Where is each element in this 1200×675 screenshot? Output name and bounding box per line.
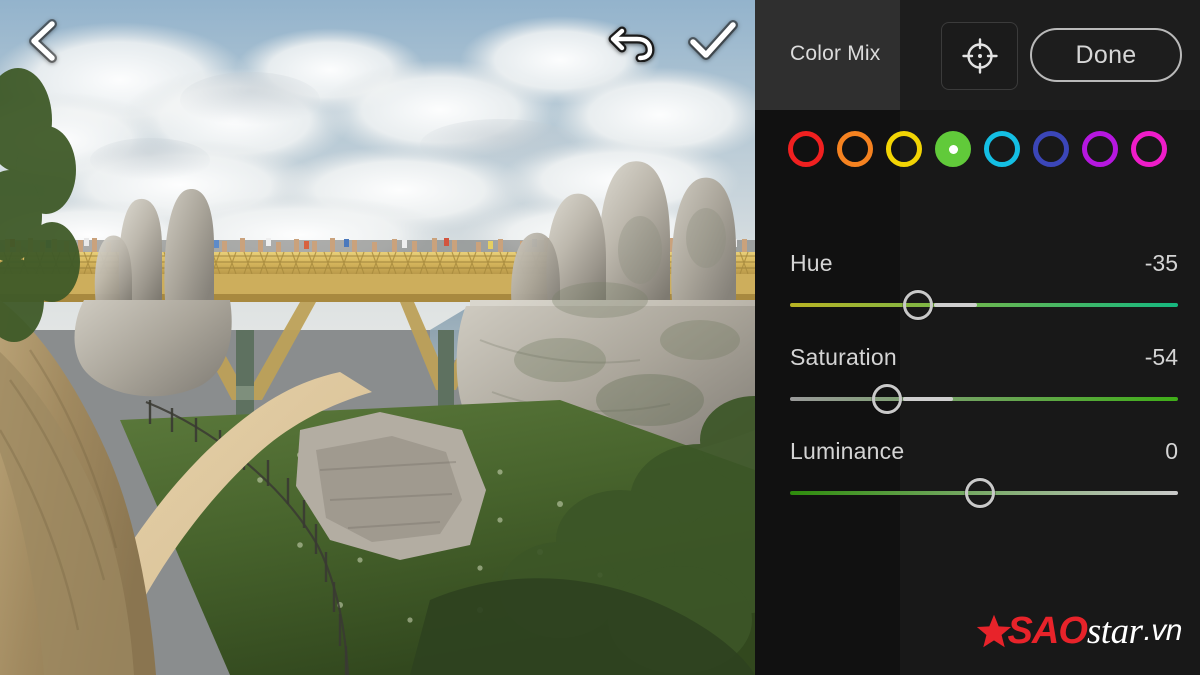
color-swatch-orange[interactable] xyxy=(837,131,873,167)
slider-track-saturation[interactable] xyxy=(790,384,1178,414)
back-chevron-icon[interactable] xyxy=(22,18,64,64)
color-swatch-blue[interactable] xyxy=(1033,131,1069,167)
panel-title: Color Mix xyxy=(790,42,881,65)
slider-label-hue: Hue xyxy=(790,250,833,276)
golden-bridge-photo xyxy=(0,0,755,675)
slider-label-saturation: Saturation xyxy=(790,344,897,370)
slider-knob-saturation[interactable] xyxy=(872,384,902,414)
color-swatch-row xyxy=(788,131,1178,171)
color-swatch-green[interactable] xyxy=(935,131,971,167)
done-button[interactable]: Done xyxy=(1030,28,1182,82)
slider-value-luminance: 0 xyxy=(1165,438,1178,464)
slider-value-hue: -35 xyxy=(1144,250,1178,276)
slider-track-fill-saturation xyxy=(790,397,1178,401)
color-swatch-purple[interactable] xyxy=(1082,131,1118,167)
slider-neutral-segment-hue xyxy=(934,303,977,307)
slider-label-luminance: Luminance xyxy=(790,438,905,464)
slider-neutral-segment-saturation xyxy=(903,397,954,401)
color-swatch-magenta[interactable] xyxy=(1131,131,1167,167)
color-swatch-yellow[interactable] xyxy=(886,131,922,167)
slider-track-fill-hue xyxy=(790,303,1178,307)
color-mix-panel: Color Mix Done Hue -35 Saturation -54 Lumina… xyxy=(755,0,1200,675)
photo-canvas[interactable] xyxy=(0,0,755,675)
undo-arrow-icon[interactable] xyxy=(608,18,656,62)
slider-knob-luminance[interactable] xyxy=(965,478,996,508)
color-swatch-red[interactable] xyxy=(788,131,824,167)
slider-knob-hue[interactable] xyxy=(903,290,934,320)
slider-track-luminance[interactable] xyxy=(790,478,1178,508)
slider-value-saturation: -54 xyxy=(1144,344,1178,370)
color-mix-screen: Color Mix Done Hue -35 Saturation -54 Lumina… xyxy=(0,0,1200,675)
color-swatch-aqua[interactable] xyxy=(984,131,1020,167)
target-color-picker-button[interactable] xyxy=(941,22,1018,90)
slider-track-hue[interactable] xyxy=(790,290,1178,320)
swatch-selected-dot xyxy=(948,144,958,154)
confirm-checkmark-icon[interactable] xyxy=(688,20,738,62)
crosshair-target-icon xyxy=(961,38,998,74)
